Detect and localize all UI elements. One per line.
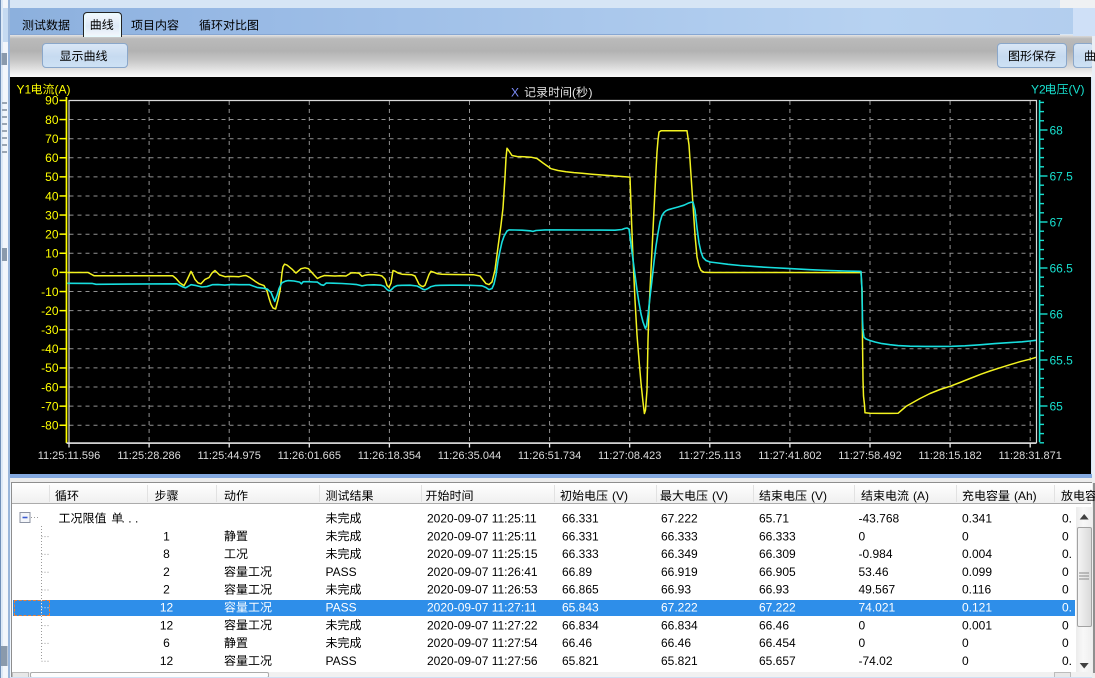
svg-text:0: 0 [962,636,969,650]
svg-text:65.843: 65.843 [562,601,599,615]
svg-text:0.004: 0.004 [962,547,992,561]
svg-text:2020-09-07 11:25:11: 2020-09-07 11:25:11 [427,512,537,526]
svg-text:(V): (V) [612,489,628,503]
svg-text:0: 0 [1062,565,1069,579]
svg-text:66.309: 66.309 [759,547,796,561]
svg-text:0: 0 [1062,636,1069,650]
svg-text:2: 2 [163,583,170,597]
svg-text:6: 6 [163,636,170,650]
svg-text:2020-09-07 11:26:53: 2020-09-07 11:26:53 [427,583,538,597]
svg-text:74.021: 74.021 [859,601,896,615]
svg-text:66.919: 66.919 [661,565,698,579]
svg-text:PASS: PASS [326,601,357,615]
svg-text:2: 2 [163,565,170,579]
svg-text:2020-09-07 11:27:22: 2020-09-07 11:27:22 [427,618,538,632]
svg-text:66.46: 66.46 [562,636,592,650]
svg-text:0.: 0. [1062,654,1072,668]
svg-text:2020-09-07 11:27:54: 2020-09-07 11:27:54 [427,636,538,650]
svg-text:...: ... [122,512,142,526]
svg-text:0: 0 [962,529,969,543]
svg-text:66.331: 66.331 [562,529,599,543]
svg-text:53.46: 53.46 [859,565,889,579]
svg-text:66.865: 66.865 [562,583,599,597]
svg-text:0: 0 [1062,529,1069,543]
svg-text:-74.02: -74.02 [859,654,893,668]
svg-text:66.89: 66.89 [562,565,592,579]
svg-text:67.222: 67.222 [661,512,698,526]
svg-text:0: 0 [859,618,866,632]
svg-text:0.: 0. [1062,547,1072,561]
svg-text:0.001: 0.001 [962,618,992,632]
svg-text:2020-09-07 11:25:15: 2020-09-07 11:25:15 [427,547,538,561]
svg-text:65.71: 65.71 [759,512,789,526]
svg-text:8: 8 [163,547,170,561]
svg-text:66.93: 66.93 [661,583,691,597]
svg-text:66.333: 66.333 [661,529,698,543]
svg-text:2020-09-07 11:27:56: 2020-09-07 11:27:56 [427,654,538,668]
svg-text:49.567: 49.567 [859,583,896,597]
svg-text:(A): (A) [913,489,929,503]
svg-text:2020-09-07 11:25:11: 2020-09-07 11:25:11 [427,529,537,543]
svg-text:PASS: PASS [326,654,357,668]
svg-text:0.121: 0.121 [962,601,992,615]
svg-text:66.454: 66.454 [759,636,796,650]
svg-text:-0.984: -0.984 [859,547,893,561]
svg-text:66.46: 66.46 [661,636,691,650]
svg-text:66.333: 66.333 [562,547,599,561]
svg-text:66.93: 66.93 [759,583,789,597]
svg-text:1: 1 [163,529,170,543]
svg-text:PASS: PASS [326,565,357,579]
svg-text:0: 0 [1062,618,1069,632]
svg-text:2020-09-07 11:27:11: 2020-09-07 11:27:11 [427,601,537,615]
svg-text:(V): (V) [811,489,827,503]
svg-text:0.: 0. [1062,512,1072,526]
svg-text:66.349: 66.349 [661,547,698,561]
svg-text:0: 0 [859,529,866,543]
svg-text:(Ah): (Ah) [1014,489,1037,503]
svg-text:0: 0 [859,636,866,650]
svg-text:0: 0 [1062,583,1069,597]
svg-text:65.657: 65.657 [759,654,796,668]
svg-text:66.834: 66.834 [562,618,599,632]
svg-text:67.222: 67.222 [661,601,698,615]
svg-text:66.834: 66.834 [661,618,698,632]
svg-text:2020-09-07 11:26:41: 2020-09-07 11:26:41 [427,565,538,579]
svg-text:0.: 0. [1062,601,1072,615]
svg-text:(V): (V) [712,489,728,503]
svg-text:12: 12 [160,618,174,632]
svg-text:65.821: 65.821 [661,654,698,668]
svg-text:66.905: 66.905 [759,565,796,579]
svg-text:66.46: 66.46 [759,618,789,632]
svg-text:66.333: 66.333 [759,529,796,543]
svg-text:0.099: 0.099 [962,565,992,579]
svg-text:0: 0 [962,654,969,668]
svg-text:0.341: 0.341 [962,512,992,526]
svg-text:12: 12 [160,654,174,668]
svg-text:0.116: 0.116 [962,583,991,597]
svg-text:66.331: 66.331 [562,512,599,526]
svg-text:65.821: 65.821 [562,654,599,668]
svg-text:67.222: 67.222 [759,601,796,615]
svg-text:12: 12 [160,601,174,615]
svg-text:-43.768: -43.768 [859,512,900,526]
